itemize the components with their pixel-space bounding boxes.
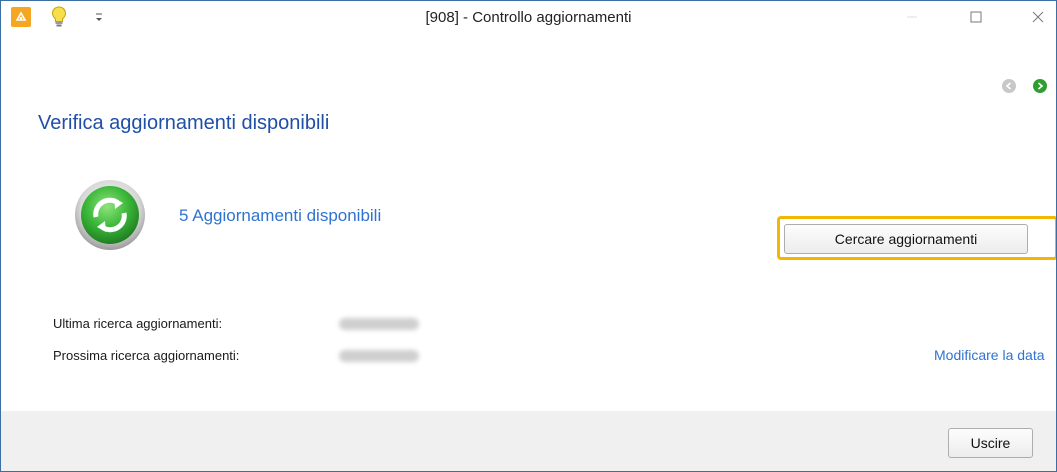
- next-check-label: Prossima ricerca aggiornamenti:: [53, 348, 240, 363]
- next-check-value-redacted: [339, 350, 419, 362]
- exit-button[interactable]: Uscire: [948, 428, 1033, 458]
- refresh-update-icon: [74, 179, 146, 251]
- page-heading: Verifica aggiornamenti disponibili: [38, 112, 330, 134]
- minimize-button[interactable]: [889, 1, 935, 33]
- check-updates-button[interactable]: Cercare aggiornamenti: [784, 224, 1028, 254]
- close-button[interactable]: [1015, 1, 1056, 33]
- last-check-label: Ultima ricerca aggiornamenti:: [53, 316, 223, 331]
- close-icon: [1032, 11, 1044, 23]
- update-check-window: [908] - Controllo aggiornamenti Verifica…: [0, 0, 1057, 472]
- maximize-button[interactable]: [953, 1, 999, 33]
- minimize-icon: [907, 16, 917, 18]
- footer-bar: [1, 411, 1056, 471]
- updates-available-link[interactable]: 5 Aggiornamenti disponibili: [179, 206, 381, 226]
- last-check-value-redacted: [339, 318, 419, 330]
- forward-arrow-icon[interactable]: [1033, 79, 1047, 93]
- title-bar: [908] - Controllo aggiornamenti: [1, 1, 1056, 33]
- maximize-icon: [970, 11, 982, 23]
- back-arrow-icon[interactable]: [1002, 79, 1016, 93]
- modify-date-link[interactable]: Modificare la data: [934, 347, 1045, 363]
